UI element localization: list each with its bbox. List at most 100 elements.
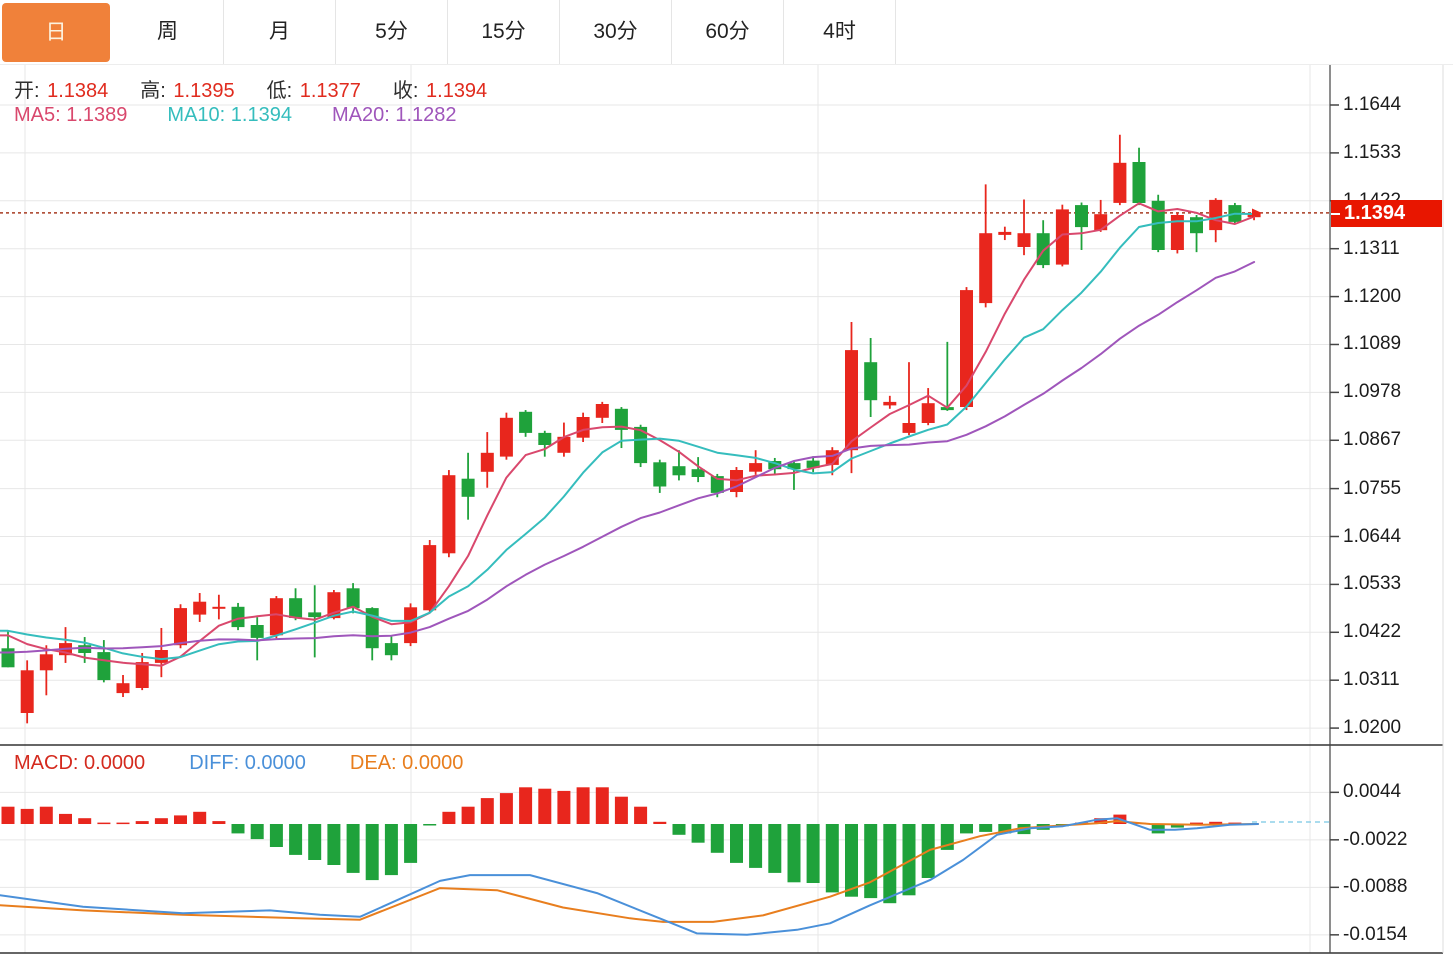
candle-body — [845, 350, 858, 450]
macd-bar — [692, 824, 705, 843]
macd-bar — [711, 824, 724, 853]
candle-body — [193, 602, 206, 615]
macd-bar — [21, 809, 34, 824]
tab-timeframe-7[interactable]: 4时 — [784, 0, 896, 64]
tab-timeframe-1[interactable]: 周 — [112, 0, 224, 64]
candle-body — [673, 466, 686, 475]
legend-ma-value-1: 1.1394 — [225, 104, 292, 126]
legend-ma-label-1: MA10: — [167, 104, 225, 126]
macd-bar — [270, 824, 283, 847]
price-tick-label-11: 1.0422 — [1343, 621, 1443, 643]
legend-ohlc-label-3: 收: — [393, 80, 419, 102]
macd-bar — [481, 798, 494, 824]
legend-ohlc-item-1: 高: 1.1395 — [140, 74, 234, 103]
legend-ma-item-1: MA10: 1.1394 — [167, 104, 292, 127]
macd-bar — [308, 824, 321, 860]
macd-bar — [749, 824, 762, 868]
candle-body — [232, 607, 245, 627]
legend-macd-value-0: 0.0000 — [78, 752, 145, 774]
tab-timeframe-3[interactable]: 5分 — [336, 0, 448, 64]
macd-tick-label-1: -0.0022 — [1343, 829, 1443, 851]
ma5-line — [0, 203, 1254, 665]
candle-body — [385, 643, 398, 655]
ma-legend: MA5: 1.1389 MA10: 1.1394 MA20: 1.1282 — [14, 104, 497, 127]
candle-body — [117, 683, 130, 693]
legend-macd-label-2: DEA: — [350, 752, 397, 774]
macd-bar — [807, 824, 820, 883]
ma10-line — [0, 214, 1254, 659]
tab-timeframe-2[interactable]: 月 — [224, 0, 336, 64]
macd-bar — [174, 815, 187, 824]
macd-legend: MACD: 0.0000DIFF: 0.0000DEA: 0.0000 — [14, 752, 507, 775]
price-tick-label-6: 1.0978 — [1343, 381, 1443, 403]
current-price-badge: 1.1394 — [1331, 200, 1442, 227]
candle-body — [212, 607, 225, 609]
chart-canvas[interactable] — [0, 0, 1453, 959]
tab-timeframe-5[interactable]: 30分 — [560, 0, 672, 64]
macd-bar — [768, 824, 781, 873]
legend-ohlc-item-2: 低: 1.1377 — [267, 74, 361, 103]
badge-price-label: 1.1394 — [1344, 202, 1405, 225]
macd-bar — [366, 824, 379, 880]
price-tick-label-13: 1.0200 — [1343, 717, 1443, 739]
legend-ohlc-value-2: 1.1377 — [294, 80, 361, 102]
macd-bar — [883, 824, 896, 903]
candle-body — [347, 588, 360, 608]
candle-body — [1209, 200, 1222, 230]
legend-ma-item-2: MA20: 1.1282 — [332, 104, 457, 127]
candle-body — [289, 598, 302, 618]
candle-body — [481, 453, 494, 472]
tab-timeframe-6[interactable]: 60分 — [672, 0, 784, 64]
macd-tick-label-2: -0.0088 — [1343, 876, 1443, 898]
macd-bar — [1152, 824, 1165, 833]
legend-ohlc-value-3: 1.1394 — [420, 80, 487, 102]
macd-bar — [136, 821, 149, 824]
macd-bar — [232, 824, 245, 833]
badge-tick-dash — [1331, 213, 1340, 215]
candle-body — [653, 462, 666, 486]
price-tick-label-7: 1.0867 — [1343, 429, 1443, 451]
candle-body — [174, 608, 187, 645]
macd-bar — [117, 823, 130, 825]
macd-bar — [788, 824, 801, 882]
candle-body — [864, 362, 877, 400]
macd-bar — [347, 824, 360, 873]
macd-bar — [596, 787, 609, 824]
macd-bar — [960, 824, 973, 833]
legend-ma-item-0: MA5: 1.1389 — [14, 104, 127, 127]
legend-ohlc-label-0: 开: — [14, 80, 40, 102]
legend-ohlc-item-0: 开: 1.1384 — [14, 74, 108, 103]
candle-body — [21, 670, 34, 713]
candle-body — [1018, 233, 1031, 247]
legend-ma-label-2: MA20: — [332, 104, 390, 126]
macd-bar — [500, 793, 513, 824]
candle-body — [1037, 233, 1050, 265]
tab-timeframe-0[interactable]: 日 — [2, 3, 110, 62]
macd-bar — [442, 812, 455, 824]
candle-body — [1094, 214, 1107, 230]
macd-bar — [730, 824, 743, 863]
macd-bar — [404, 824, 417, 863]
legend-ma-value-0: 1.1389 — [61, 104, 128, 126]
legend-macd-item-1: DIFF: 0.0000 — [189, 752, 306, 775]
candle-body — [308, 612, 321, 617]
legend-ohlc-label-2: 低: — [267, 80, 293, 102]
legend-ohlc-label-1: 高: — [140, 80, 166, 102]
candle-body — [155, 650, 168, 663]
candle-body — [1133, 162, 1146, 203]
timeframe-tabbar: 日周月5分15分30分60分4时 — [0, 0, 1453, 65]
candle-body — [998, 232, 1011, 235]
candle-body — [1056, 209, 1069, 264]
candle-body — [136, 662, 149, 688]
macd-bar — [462, 807, 475, 824]
candle-body — [922, 403, 935, 423]
tab-timeframe-4[interactable]: 15分 — [448, 0, 560, 64]
macd-bar — [557, 791, 570, 824]
price-tick-label-0: 1.1644 — [1343, 94, 1443, 116]
candle-body — [883, 402, 896, 406]
legend-macd-label-1: DIFF: — [189, 752, 239, 774]
candle-body — [538, 433, 551, 445]
candle-body — [903, 423, 916, 433]
legend-macd-value-1: 0.0000 — [239, 752, 306, 774]
macd-bar — [289, 824, 302, 855]
